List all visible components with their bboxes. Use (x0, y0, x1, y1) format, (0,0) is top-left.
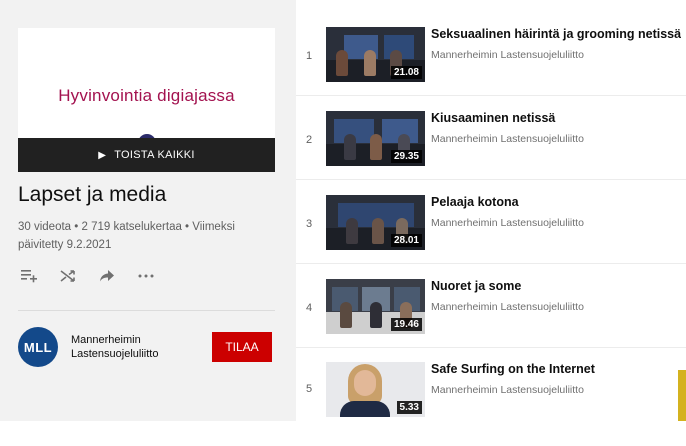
list-item[interactable]: 4 19.46 Nuoret ja some Mannerheimin Last… (296, 279, 686, 363)
divider (296, 263, 686, 264)
add-to-queue-icon[interactable] (18, 265, 40, 287)
list-item[interactable]: 5 5.33 Safe Surfing on the Internet Mann… (296, 362, 686, 446)
video-thumbnail[interactable]: 21.08 (326, 27, 425, 82)
video-index: 2 (306, 134, 313, 146)
video-title[interactable]: Safe Surfing on the Internet (431, 362, 681, 376)
play-icon: ▶ (98, 149, 107, 161)
video-title[interactable]: Seksuaalinen häirintä ja grooming netiss… (431, 27, 681, 41)
video-index: 5 (306, 383, 313, 395)
video-channel[interactable]: Mannerheimin Lastensuojeluliitto (431, 133, 584, 145)
divider (296, 95, 686, 96)
play-all-label: TOISTA KAIKKI (114, 149, 195, 161)
video-channel[interactable]: Mannerheimin Lastensuojeluliitto (431, 217, 584, 229)
list-item[interactable]: 2 29.35 Kiusaaminen netissä Mannerheimin… (296, 111, 686, 195)
subscribe-button[interactable]: TILAA (212, 332, 272, 362)
divider (296, 347, 686, 348)
video-thumbnail[interactable]: 28.01 (326, 195, 425, 250)
video-channel[interactable]: Mannerheimin Lastensuojeluliitto (431, 384, 584, 396)
channel-name[interactable]: Mannerheimin Lastensuojeluliitto (71, 333, 191, 361)
divider (18, 310, 275, 311)
shuffle-icon[interactable] (57, 265, 79, 287)
divider (296, 179, 686, 180)
playlist-thumbnail[interactable]: Hyvinvointia digiajassa ▶ TOISTA KAIKKI (18, 28, 275, 172)
thumbnail-title: Hyvinvointia digiajassa (58, 86, 235, 105)
video-index: 4 (306, 302, 313, 314)
video-duration: 21.08 (390, 66, 422, 79)
video-channel[interactable]: Mannerheimin Lastensuojeluliitto (431, 49, 584, 61)
video-thumbnail[interactable]: 5.33 (326, 362, 425, 417)
video-index: 3 (306, 218, 313, 230)
video-list: 1 21.08 Seksuaalinen häirintä ja groomin… (296, 0, 686, 421)
play-all-button[interactable]: ▶ TOISTA KAIKKI (18, 138, 275, 172)
window-edge (678, 370, 686, 421)
video-duration: 5.33 (396, 401, 422, 414)
video-thumbnail[interactable]: 19.46 (326, 279, 425, 334)
list-item[interactable]: 3 28.01 Pelaaja kotona Mannerheimin Last… (296, 195, 686, 279)
share-icon[interactable] (96, 265, 118, 287)
playlist-title: Lapset ja media (18, 183, 167, 206)
more-icon[interactable] (135, 265, 157, 287)
list-item[interactable]: 1 21.08 Seksuaalinen häirintä ja groomin… (296, 27, 686, 111)
video-title[interactable]: Kiusaaminen netissä (431, 111, 681, 125)
video-title[interactable]: Pelaaja kotona (431, 195, 681, 209)
video-index: 1 (306, 50, 313, 62)
video-duration: 19.46 (390, 318, 422, 331)
video-duration: 29.35 (390, 150, 422, 163)
video-duration: 28.01 (390, 234, 422, 247)
video-thumbnail[interactable]: 29.35 (326, 111, 425, 166)
playlist-sidebar: Hyvinvointia digiajassa ▶ TOISTA KAIKKI … (0, 0, 296, 421)
playlist-meta: 30 videota • 2 719 katselukertaa • Viime… (18, 221, 235, 251)
video-title[interactable]: Nuoret ja some (431, 279, 681, 293)
channel-avatar[interactable]: MLL (18, 327, 58, 367)
video-channel[interactable]: Mannerheimin Lastensuojeluliitto (431, 301, 584, 313)
playlist-actions (18, 264, 174, 288)
